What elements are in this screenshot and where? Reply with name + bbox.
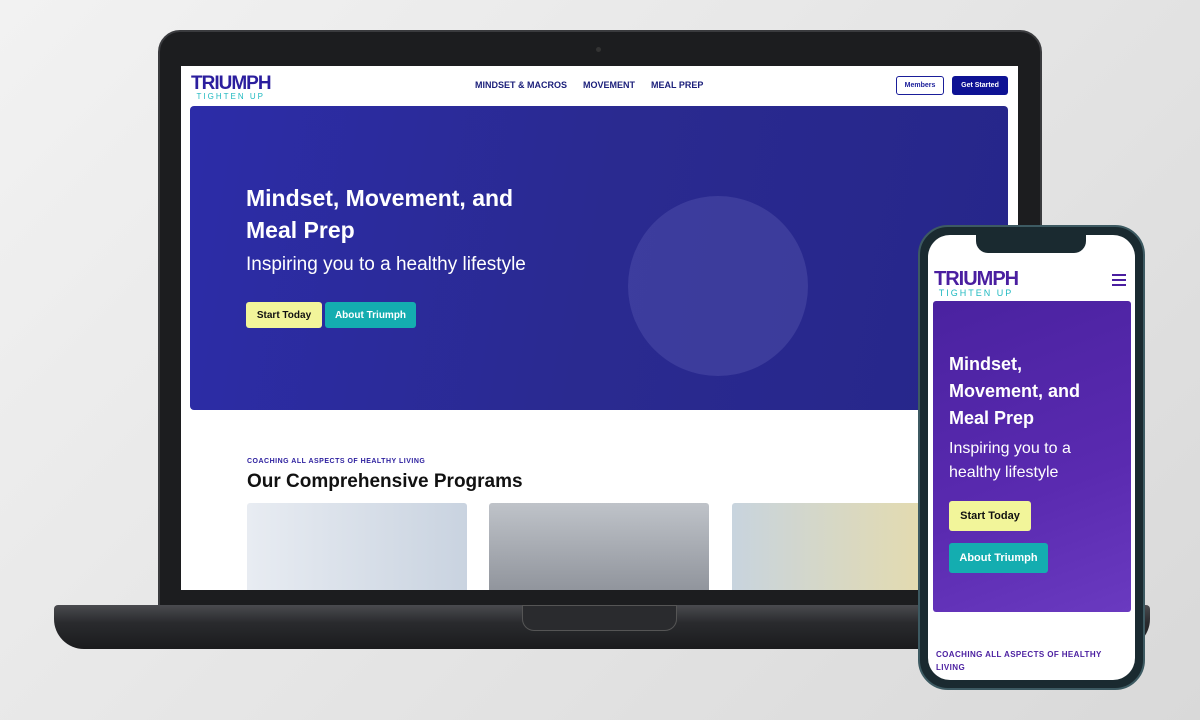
hero-banner: Mindset, Movement, and Meal Prep Inspiri…	[190, 106, 1008, 410]
logo-text: TRIUMPH	[191, 73, 272, 94]
programs-title: Our Comprehensive Programs	[247, 471, 523, 492]
program-card-image[interactable]	[489, 503, 709, 590]
logo-tagline: TIGHTEN UP	[196, 92, 265, 101]
programs-eyebrow: COACHING ALL ASPECTS OF HEALTHY LIVING	[247, 458, 426, 465]
logo-text: TRIUMPH	[934, 268, 1019, 290]
mobile-hero-title: Mindset, Movement, and Meal Prep	[949, 354, 1081, 428]
phone-notch	[976, 235, 1086, 253]
logo[interactable]: TRIUMPH TIGHTEN UP	[191, 73, 272, 101]
mobile-programs-eyebrow: COACHING ALL ASPECTS OF HEALTHY LIVING	[936, 650, 1102, 672]
start-today-button[interactable]: Start Today	[246, 302, 322, 328]
about-triumph-button[interactable]: About Triumph	[325, 302, 416, 328]
nav-mindset-macros[interactable]: MINDSET & MACROS	[475, 80, 567, 90]
get-started-button[interactable]: Get Started	[952, 76, 1008, 95]
laptop-notch	[522, 605, 677, 631]
main-nav: MINDSET & MACROS MOVEMENT MEAL PREP	[475, 80, 703, 90]
laptop-screen: TRIUMPH TIGHTEN UP MINDSET & MACROS MOVEM…	[181, 66, 1018, 590]
phone-screen: TRIUMPH TIGHTEN UP Mindset, Movement, and…	[928, 235, 1135, 680]
mobile-hero: Mindset, Movement, and Meal Prep Inspiri…	[933, 301, 1131, 612]
nav-movement[interactable]: MOVEMENT	[583, 80, 635, 90]
program-card-image[interactable]	[247, 503, 467, 590]
hamburger-menu-icon[interactable]	[1112, 274, 1126, 286]
mobile-hero-subtitle: Inspiring you to a healthy lifestyle	[949, 440, 1071, 481]
mobile-logo[interactable]: TRIUMPH TIGHTEN UP	[934, 268, 1019, 298]
mobile-start-today-button[interactable]: Start Today	[949, 501, 1031, 531]
laptop-camera	[596, 47, 601, 52]
members-button[interactable]: Members	[896, 76, 944, 95]
hero-title: Mindset, Movement, and Meal Prep	[246, 185, 514, 243]
logo-tagline: TIGHTEN UP	[938, 288, 1014, 298]
hero-subtitle: Inspiring you to a healthy lifestyle	[246, 254, 526, 275]
mobile-about-triumph-button[interactable]: About Triumph	[949, 543, 1048, 573]
nav-meal-prep[interactable]: MEAL PREP	[651, 80, 703, 90]
